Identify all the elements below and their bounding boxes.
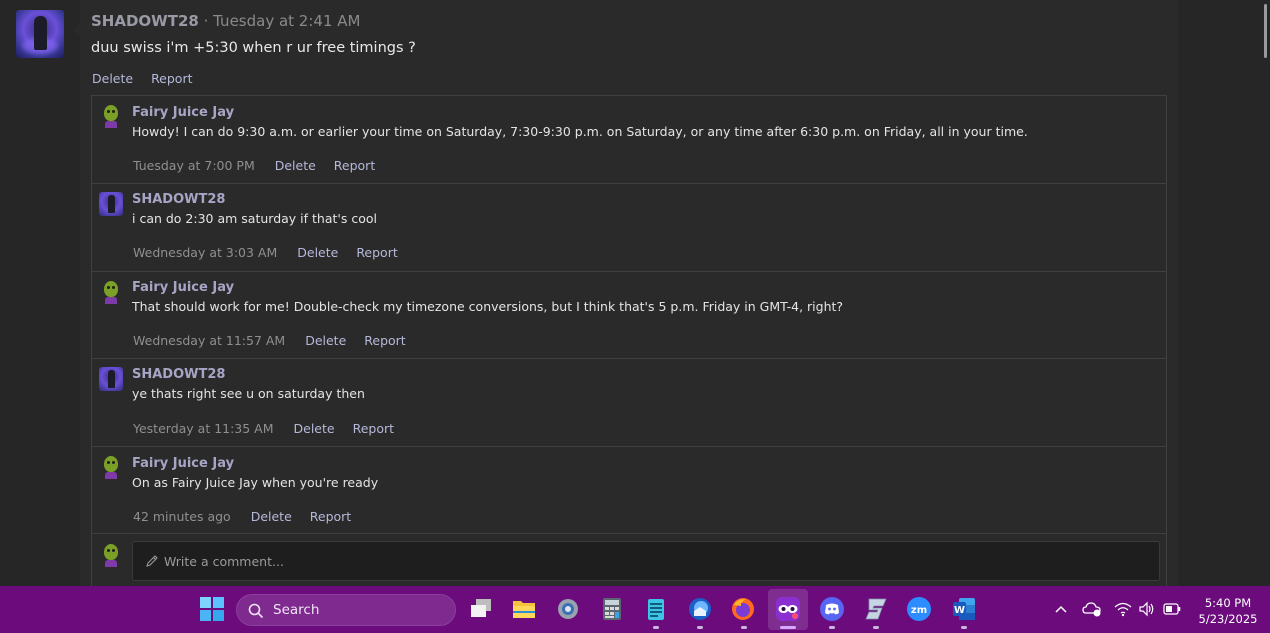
comment-delete-link[interactable]: Delete xyxy=(297,245,338,260)
clock-time: 5:40 PM xyxy=(1204,596,1252,610)
comment-author[interactable]: SHADOWT28 xyxy=(132,192,225,207)
shadow-avatar[interactable] xyxy=(99,192,123,216)
post-author[interactable]: SHADOWT28 xyxy=(91,12,199,30)
comment-input-placeholder: Write a comment... xyxy=(164,554,284,569)
comment-time[interactable]: Wednesday at 11:57 AM xyxy=(133,333,285,348)
comment-meta: 42 minutes ago Delete Report xyxy=(133,509,365,524)
comment-input[interactable]: Write a comment... xyxy=(132,541,1160,581)
scrollbar-thumb[interactable] xyxy=(1264,4,1267,58)
jay-avatar xyxy=(99,543,123,567)
comment-item: SHADOWT28 ye thats right see u on saturd… xyxy=(92,359,1166,447)
search-label: Search xyxy=(273,602,320,618)
firefox-icon[interactable] xyxy=(730,596,756,622)
taskbar-clock[interactable]: 5:40 PM 5/23/2025 xyxy=(1190,595,1266,627)
right-gutter xyxy=(1178,0,1270,586)
svg-text:W: W xyxy=(954,605,965,616)
comment-delete-link[interactable]: Delete xyxy=(305,333,346,348)
zoom-icon[interactable]: zm xyxy=(906,596,932,622)
file-explorer-icon[interactable] xyxy=(511,596,537,622)
comment-time[interactable]: Yesterday at 11:35 AM xyxy=(133,421,274,436)
settings-icon[interactable] xyxy=(555,596,581,622)
running-indicator xyxy=(741,626,747,629)
comment-report-link[interactable]: Report xyxy=(334,158,375,173)
running-indicator xyxy=(653,626,659,629)
comment-meta: Tuesday at 7:00 PM Delete Report xyxy=(133,158,389,173)
battery-icon[interactable] xyxy=(1163,603,1181,615)
post-delete-link[interactable]: Delete xyxy=(92,71,133,86)
jay-avatar[interactable] xyxy=(99,104,123,128)
comment-meta: Wednesday at 11:57 AM Delete Report xyxy=(133,333,420,348)
comment-delete-link[interactable]: Delete xyxy=(294,421,335,436)
volume-icon[interactable] xyxy=(1138,601,1156,617)
clock-date: 5/23/2025 xyxy=(1198,612,1258,626)
post-body: duu swiss i'm +5:30 when r ur free timin… xyxy=(91,40,416,56)
comment-meta: Yesterday at 11:35 AM Delete Report xyxy=(133,421,408,436)
comment-input-row: Write a comment... xyxy=(92,534,1166,587)
comment-time[interactable]: 42 minutes ago xyxy=(133,509,231,524)
post-actions: Delete Report xyxy=(92,71,207,86)
steelseries-icon[interactable] xyxy=(863,596,889,622)
post-author-avatar[interactable] xyxy=(16,10,64,58)
comment-item: Fairy Juice Jay On as Fairy Juice Jay wh… xyxy=(92,447,1166,534)
shadow-avatar[interactable] xyxy=(99,367,123,391)
comment-time[interactable]: Wednesday at 3:03 AM xyxy=(133,245,277,260)
chevron-up-icon[interactable] xyxy=(1054,603,1068,615)
comment-report-link[interactable]: Report xyxy=(364,333,405,348)
comment-author[interactable]: Fairy Juice Jay xyxy=(132,456,234,471)
comment-time[interactable]: Tuesday at 7:00 PM xyxy=(133,158,255,173)
post-report-link[interactable]: Report xyxy=(151,71,192,86)
taskbar-search[interactable]: Search xyxy=(236,594,456,626)
comment-delete-link[interactable]: Delete xyxy=(275,158,316,173)
comment-report-link[interactable]: Report xyxy=(310,509,351,524)
pencil-icon xyxy=(146,555,158,567)
comment-report-link[interactable]: Report xyxy=(353,421,394,436)
comment-author[interactable]: Fairy Juice Jay xyxy=(132,105,234,120)
wifi-icon[interactable] xyxy=(1114,601,1132,617)
jay-avatar[interactable] xyxy=(99,280,123,304)
onedrive-sync-icon[interactable] xyxy=(1082,601,1102,617)
comment-text: Howdy! I can do 9:30 a.m. or earlier you… xyxy=(132,124,1028,139)
discord-icon[interactable] xyxy=(819,596,845,622)
mask-app-icon[interactable] xyxy=(775,596,801,622)
comment-item: SHADOWT28 i can do 2:30 am saturday if t… xyxy=(92,184,1166,272)
windows-start-icon[interactable] xyxy=(199,596,225,622)
comment-item: Fairy Juice Jay Howdy! I can do 9:30 a.m… xyxy=(92,96,1166,184)
comment-text: That should work for me! Double-check my… xyxy=(132,299,844,314)
thunderbird-icon[interactable] xyxy=(687,596,713,622)
active-indicator xyxy=(780,626,796,629)
comment-item: Fairy Juice Jay That should work for me!… xyxy=(92,272,1166,359)
post-header: SHADOWT28 · Tuesday at 2:41 AM xyxy=(91,12,360,30)
comment-author[interactable]: Fairy Juice Jay xyxy=(132,280,234,295)
running-indicator xyxy=(961,626,967,629)
comment-author[interactable]: SHADOWT28 xyxy=(132,367,225,382)
task-view-icon[interactable] xyxy=(468,596,494,622)
comment-text: i can do 2:30 am saturday if that's cool xyxy=(132,211,377,226)
left-gutter xyxy=(0,0,80,586)
comment-text: ye thats right see u on saturday then xyxy=(132,386,365,401)
search-icon xyxy=(248,603,264,619)
taskbar: Search zm W 5:40 PM 5/23/2025 xyxy=(0,586,1270,633)
comment-report-link[interactable]: Report xyxy=(356,245,397,260)
running-indicator xyxy=(829,626,835,629)
word-icon[interactable]: W xyxy=(951,596,977,622)
bubble-arrow xyxy=(74,24,80,36)
comments-list: Fairy Juice Jay Howdy! I can do 9:30 a.m… xyxy=(91,95,1167,586)
running-indicator xyxy=(873,626,879,629)
comment-text: On as Fairy Juice Jay when you're ready xyxy=(132,475,379,490)
calculator-icon[interactable] xyxy=(599,596,625,622)
running-indicator xyxy=(697,626,703,629)
post-time[interactable]: Tuesday at 2:41 AM xyxy=(213,12,360,30)
svg-text:zm: zm xyxy=(911,605,927,616)
notepad-icon[interactable] xyxy=(643,596,669,622)
comment-delete-link[interactable]: Delete xyxy=(251,509,292,524)
jay-avatar[interactable] xyxy=(99,455,123,479)
comment-meta: Wednesday at 3:03 AM Delete Report xyxy=(133,245,412,260)
avatar-figure xyxy=(34,16,47,50)
post-separator: · xyxy=(203,12,209,30)
